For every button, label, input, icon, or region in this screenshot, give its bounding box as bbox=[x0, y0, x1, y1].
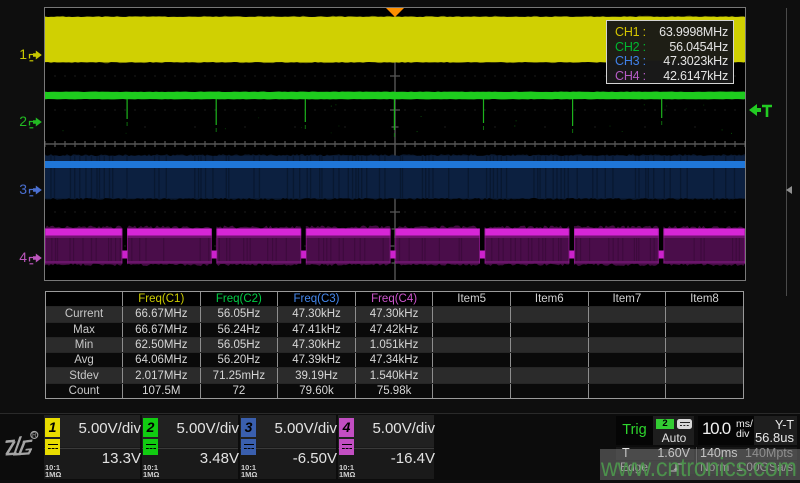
svg-text:2: 2 bbox=[19, 113, 27, 129]
svg-text:1: 1 bbox=[19, 46, 27, 62]
svg-text:3: 3 bbox=[19, 181, 27, 197]
svg-text:4: 4 bbox=[19, 249, 27, 265]
